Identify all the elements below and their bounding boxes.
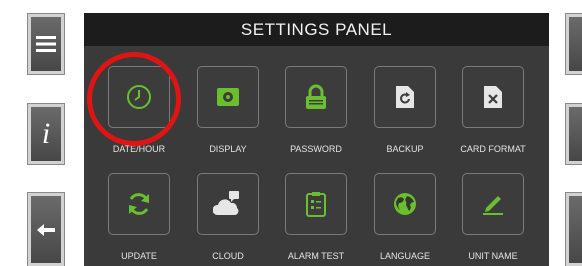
update-label: UPDATE (121, 251, 157, 261)
lock-icon (306, 84, 326, 109)
unit-name-label: UNIT NAME (468, 251, 518, 261)
card-format-tile[interactable] (462, 66, 524, 128)
card-format-label: CARD FORMAT (460, 144, 526, 154)
minus-button[interactable] (565, 103, 582, 165)
clipboard-icon (306, 192, 326, 217)
password-label: PASSWORD (290, 144, 342, 154)
backup-icon (396, 86, 414, 108)
back-button[interactable] (27, 192, 65, 266)
menu-icon (36, 36, 56, 52)
card-format-icon (484, 86, 502, 108)
cloud-label: CLOUD (212, 251, 244, 261)
pencil-icon (483, 196, 503, 215)
alarm-test-tile[interactable] (285, 173, 347, 235)
password-tile[interactable] (285, 66, 347, 128)
language-label: LANGUAGE (379, 251, 430, 261)
highlight-circle (87, 52, 181, 146)
menu-button[interactable] (27, 13, 65, 75)
back-arrow-icon (37, 223, 55, 236)
refresh-icon (129, 193, 149, 215)
right-arrow-button[interactable] (565, 192, 582, 266)
panel-title: SETTINGS PANEL (84, 13, 549, 46)
unit-name-tile[interactable] (462, 173, 524, 235)
display-label: DISPLAY (209, 144, 247, 154)
globe-icon (394, 193, 416, 215)
update-tile[interactable] (108, 173, 170, 235)
language-tile[interactable] (374, 173, 436, 235)
display-gear-icon (217, 88, 239, 106)
alarm-test-label: ALARM TEST (287, 251, 345, 261)
backup-label: BACKUP (386, 144, 424, 154)
cloud-icon (213, 191, 239, 215)
info-button[interactable]: i (27, 103, 65, 165)
backup-tile[interactable] (374, 66, 436, 128)
cloud-tile[interactable] (197, 173, 259, 235)
display-tile[interactable] (197, 66, 259, 128)
info-icon: i (41, 117, 51, 150)
plus-button[interactable] (565, 13, 582, 75)
